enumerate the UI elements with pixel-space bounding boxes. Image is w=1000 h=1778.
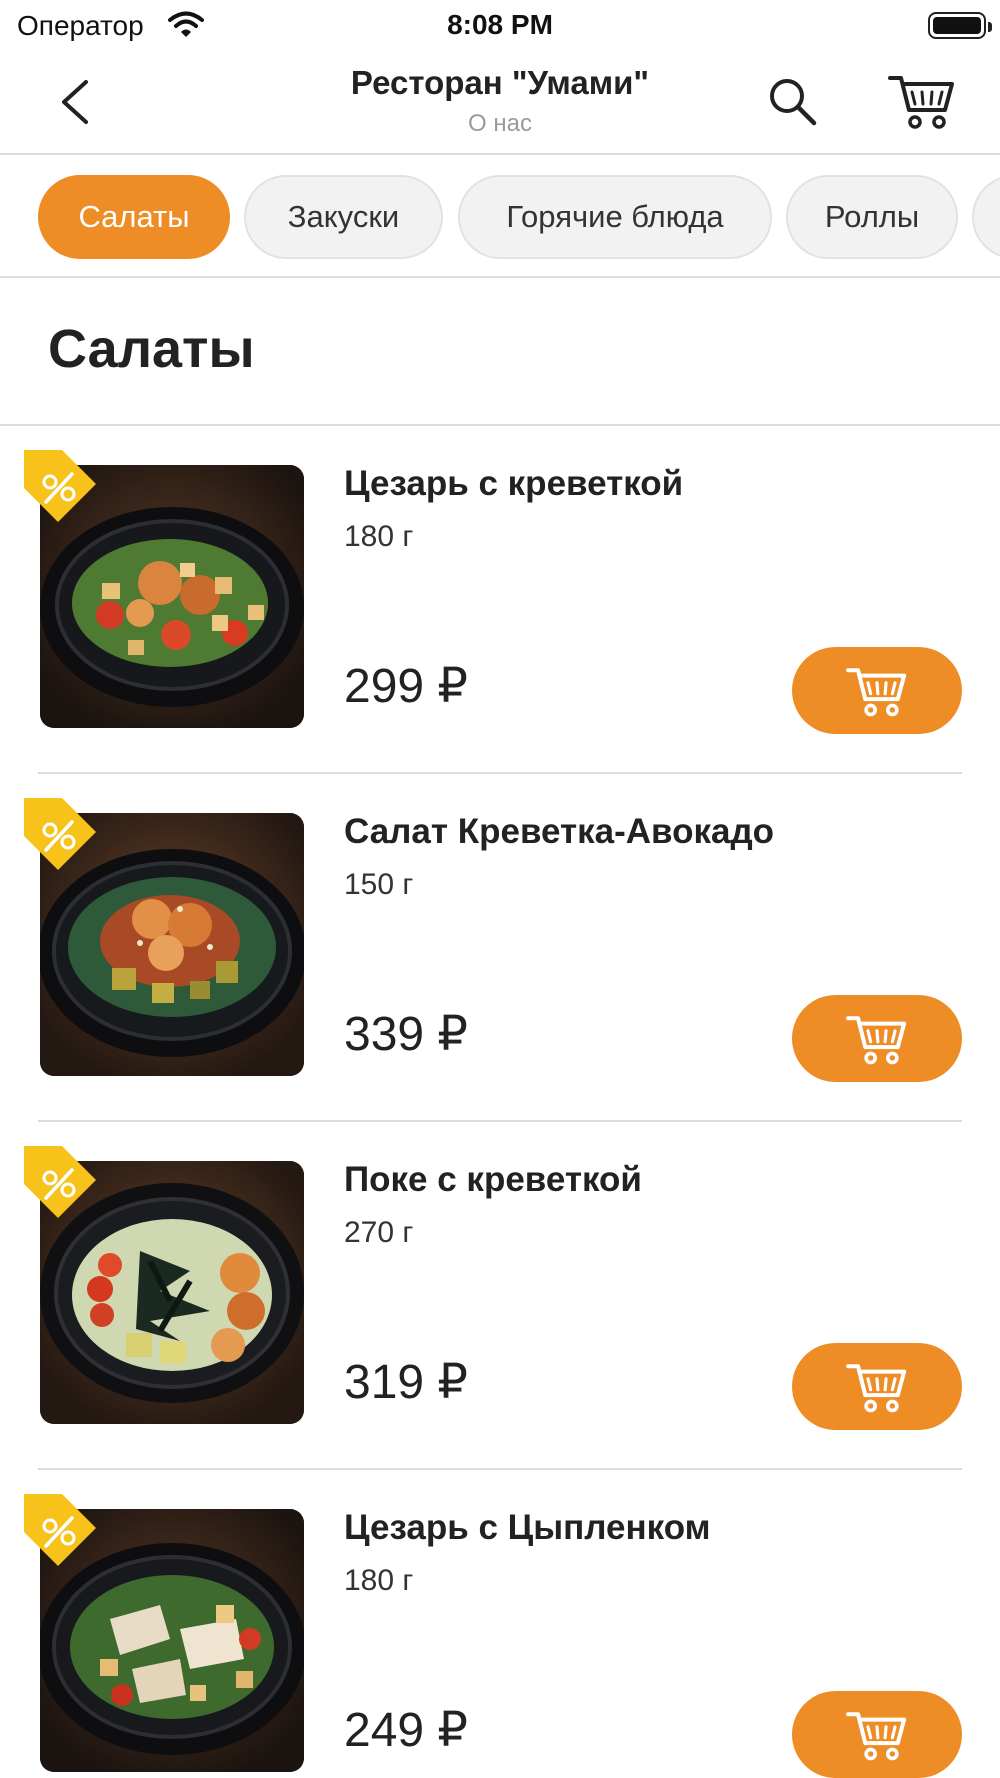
tab-label: Роллы bbox=[824, 199, 920, 234]
product-weight: 270 г bbox=[344, 1216, 414, 1249]
clock: 8:08 PM bbox=[447, 9, 553, 40]
add-to-cart-button[interactable] bbox=[792, 1691, 962, 1778]
tab-salads[interactable]: Салаты bbox=[38, 175, 230, 259]
cart-icon bbox=[846, 667, 907, 716]
discount-tag-icon bbox=[24, 1494, 96, 1566]
discount-tag-icon bbox=[24, 450, 96, 522]
product-price: 339 ₽ bbox=[344, 1008, 468, 1061]
section-title: Салаты bbox=[48, 319, 255, 379]
search-icon[interactable] bbox=[765, 74, 821, 130]
about-link[interactable]: О нас bbox=[468, 110, 532, 137]
product-weight: 180 г bbox=[344, 520, 414, 553]
product-weight: 150 г bbox=[344, 868, 414, 901]
product-price: 319 ₽ bbox=[344, 1356, 468, 1409]
cart-icon[interactable] bbox=[888, 70, 956, 132]
product-card: Цезарь с Цыпленком 180 г 249 ₽ bbox=[0, 1470, 1000, 1778]
cart-icon bbox=[846, 1363, 907, 1412]
page-title: Ресторан "Умами" bbox=[350, 64, 650, 101]
nav-bar: Ресторан "Умами" О нас bbox=[0, 52, 1000, 155]
cart-icon bbox=[846, 1015, 907, 1064]
product-price: 249 ₽ bbox=[344, 1704, 468, 1757]
cart-icon bbox=[846, 1711, 907, 1760]
product-name[interactable]: Салат Креветка-Авокадо bbox=[344, 812, 774, 852]
product-weight: 180 г bbox=[344, 1564, 414, 1597]
add-to-cart-button[interactable] bbox=[792, 647, 962, 734]
product-card: Поке с креветкой 270 г 319 ₽ bbox=[0, 1122, 1000, 1470]
category-tabs: Салаты Закуски Горячие блюда Роллы bbox=[0, 157, 1000, 278]
discount-tag-icon bbox=[24, 798, 96, 870]
product-card: Цезарь с креветкой 180 г 299 ₽ bbox=[0, 426, 1000, 774]
tab-next-partial[interactable] bbox=[972, 175, 1000, 259]
add-to-cart-button[interactable] bbox=[792, 1343, 962, 1430]
tab-label: Горячие блюда bbox=[506, 199, 724, 234]
product-card: Салат Креветка-Авокадо 150 г 339 ₽ bbox=[0, 774, 1000, 1122]
tab-appetizers[interactable]: Закуски bbox=[244, 175, 443, 259]
battery-icon bbox=[928, 12, 992, 39]
about-link-row: О нас bbox=[0, 110, 1000, 138]
status-bar: Оператор 8:08 PM bbox=[0, 0, 1000, 52]
product-name[interactable]: Цезарь с креветкой bbox=[344, 464, 683, 504]
tab-label: Салаты bbox=[78, 199, 190, 234]
tab-label: Закуски bbox=[287, 199, 400, 234]
product-name[interactable]: Цезарь с Цыпленком bbox=[344, 1508, 711, 1548]
product-name[interactable]: Поке с креветкой bbox=[344, 1160, 642, 1200]
discount-tag-icon bbox=[24, 1146, 96, 1218]
tab-hot-dishes[interactable]: Горячие блюда bbox=[458, 175, 772, 259]
product-price: 299 ₽ bbox=[344, 660, 468, 713]
add-to-cart-button[interactable] bbox=[792, 995, 962, 1082]
tab-rolls[interactable]: Роллы bbox=[786, 175, 958, 259]
